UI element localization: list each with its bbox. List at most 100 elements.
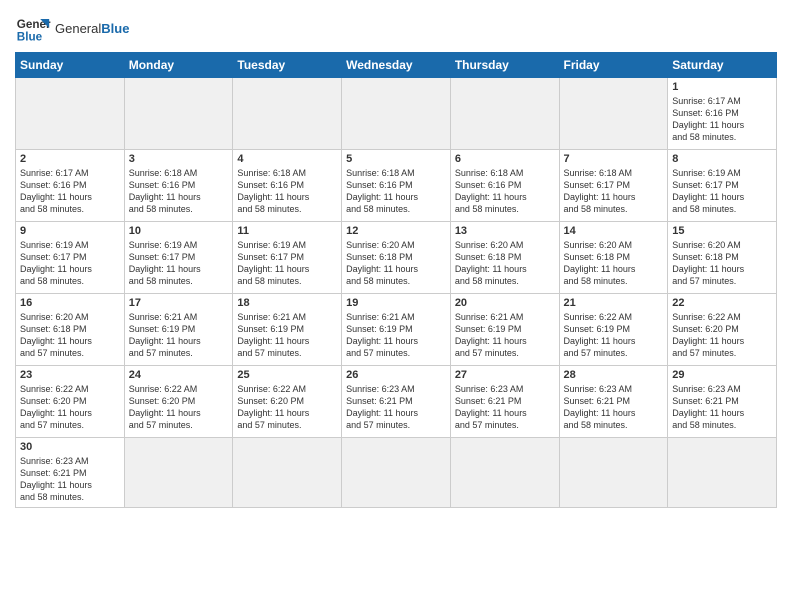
calendar-cell: 29 Sunrise: 6:23 AM Sunset: 6:21 PM Dayli… (668, 366, 777, 438)
calendar-cell (233, 78, 342, 150)
day-info: Sunrise: 6:17 AM Sunset: 6:16 PM Dayligh… (672, 95, 772, 144)
day-info: Sunrise: 6:18 AM Sunset: 6:16 PM Dayligh… (237, 167, 337, 216)
day-info: Sunrise: 6:22 AM Sunset: 6:20 PM Dayligh… (672, 311, 772, 360)
day-number: 9 (20, 225, 120, 237)
calendar-cell: 9 Sunrise: 6:19 AM Sunset: 6:17 PM Daylig… (16, 222, 125, 294)
svg-text:Blue: Blue (17, 31, 43, 44)
calendar-cell: 21 Sunrise: 6:22 AM Sunset: 6:19 PM Dayli… (559, 294, 668, 366)
calendar-table: SundayMondayTuesdayWednesdayThursdayFrid… (15, 52, 777, 508)
logo-text: GeneralBlue (55, 21, 129, 36)
calendar-week-3: 9 Sunrise: 6:19 AM Sunset: 6:17 PM Daylig… (16, 222, 777, 294)
day-info: Sunrise: 6:23 AM Sunset: 6:21 PM Dayligh… (672, 383, 772, 432)
calendar-cell: 10Sunrise: 6:19 AM Sunset: 6:17 PM Dayli… (124, 222, 233, 294)
calendar-header: SundayMondayTuesdayWednesdayThursdayFrid… (16, 53, 777, 78)
calendar-cell: 18Sunrise: 6:21 AM Sunset: 6:19 PM Dayli… (233, 294, 342, 366)
day-info: Sunrise: 6:18 AM Sunset: 6:16 PM Dayligh… (129, 167, 229, 216)
day-info: Sunrise: 6:23 AM Sunset: 6:21 PM Dayligh… (564, 383, 664, 432)
day-info: Sunrise: 6:21 AM Sunset: 6:19 PM Dayligh… (129, 311, 229, 360)
day-number: 12 (346, 225, 446, 237)
day-number: 1 (672, 81, 772, 93)
day-info: Sunrise: 6:18 AM Sunset: 6:17 PM Dayligh… (564, 167, 664, 216)
day-info: Sunrise: 6:19 AM Sunset: 6:17 PM Dayligh… (237, 239, 337, 288)
day-number: 5 (346, 153, 446, 165)
day-info: Sunrise: 6:22 AM Sunset: 6:20 PM Dayligh… (20, 383, 120, 432)
day-number: 4 (237, 153, 337, 165)
day-number: 24 (129, 369, 229, 381)
calendar-cell: 7 Sunrise: 6:18 AM Sunset: 6:17 PM Daylig… (559, 150, 668, 222)
day-number: 23 (20, 369, 120, 381)
calendar-cell: 2Sunrise: 6:17 AM Sunset: 6:16 PM Daylig… (16, 150, 125, 222)
day-number: 7 (564, 153, 664, 165)
calendar-cell (342, 78, 451, 150)
calendar-cell (342, 438, 451, 508)
calendar-cell: 14 Sunrise: 6:20 AM Sunset: 6:18 PM Dayli… (559, 222, 668, 294)
calendar-cell: 3Sunrise: 6:18 AM Sunset: 6:16 PM Daylig… (124, 150, 233, 222)
logo: General Blue GeneralBlue (15, 10, 129, 46)
day-number: 14 (564, 225, 664, 237)
day-info: Sunrise: 6:20 AM Sunset: 6:18 PM Dayligh… (20, 311, 120, 360)
calendar-cell (124, 438, 233, 508)
day-info: Sunrise: 6:19 AM Sunset: 6:17 PM Dayligh… (672, 167, 772, 216)
day-info: Sunrise: 6:18 AM Sunset: 6:16 PM Dayligh… (346, 167, 446, 216)
day-number: 13 (455, 225, 555, 237)
day-number: 11 (237, 225, 337, 237)
logo-icon: General Blue (15, 10, 51, 46)
calendar-cell: 16 Sunrise: 6:20 AM Sunset: 6:18 PM Dayli… (16, 294, 125, 366)
day-info: Sunrise: 6:22 AM Sunset: 6:20 PM Dayligh… (129, 383, 229, 432)
calendar-cell (124, 78, 233, 150)
day-header-monday: Monday (124, 53, 233, 78)
calendar-cell (233, 438, 342, 508)
calendar-cell (559, 78, 668, 150)
calendar-body: 1 Sunrise: 6:17 AM Sunset: 6:16 PM Daylig… (16, 78, 777, 508)
day-info: Sunrise: 6:20 AM Sunset: 6:18 PM Dayligh… (455, 239, 555, 288)
day-number: 26 (346, 369, 446, 381)
day-info: Sunrise: 6:20 AM Sunset: 6:18 PM Dayligh… (564, 239, 664, 288)
day-info: Sunrise: 6:22 AM Sunset: 6:20 PM Dayligh… (237, 383, 337, 432)
day-info: Sunrise: 6:19 AM Sunset: 6:17 PM Dayligh… (20, 239, 120, 288)
day-number: 30 (20, 441, 120, 453)
day-header-wednesday: Wednesday (342, 53, 451, 78)
day-number: 6 (455, 153, 555, 165)
calendar-cell: 28 Sunrise: 6:23 AM Sunset: 6:21 PM Dayli… (559, 366, 668, 438)
calendar-cell: 17 Sunrise: 6:21 AM Sunset: 6:19 PM Dayli… (124, 294, 233, 366)
day-number: 15 (672, 225, 772, 237)
calendar-cell: 19Sunrise: 6:21 AM Sunset: 6:19 PM Dayli… (342, 294, 451, 366)
calendar-cell: 24 Sunrise: 6:22 AM Sunset: 6:20 PM Dayli… (124, 366, 233, 438)
calendar-cell: 12 Sunrise: 6:20 AM Sunset: 6:18 PM Dayli… (342, 222, 451, 294)
day-number: 16 (20, 297, 120, 309)
calendar-cell: 22 Sunrise: 6:22 AM Sunset: 6:20 PM Dayli… (668, 294, 777, 366)
day-info: Sunrise: 6:22 AM Sunset: 6:19 PM Dayligh… (564, 311, 664, 360)
day-info: Sunrise: 6:20 AM Sunset: 6:18 PM Dayligh… (672, 239, 772, 288)
calendar-cell: 13 Sunrise: 6:20 AM Sunset: 6:18 PM Dayli… (450, 222, 559, 294)
day-number: 21 (564, 297, 664, 309)
day-info: Sunrise: 6:20 AM Sunset: 6:18 PM Dayligh… (346, 239, 446, 288)
day-info: Sunrise: 6:19 AM Sunset: 6:17 PM Dayligh… (129, 239, 229, 288)
day-header-thursday: Thursday (450, 53, 559, 78)
calendar-cell: 23 Sunrise: 6:22 AM Sunset: 6:20 PM Dayli… (16, 366, 125, 438)
calendar-week-4: 16 Sunrise: 6:20 AM Sunset: 6:18 PM Dayli… (16, 294, 777, 366)
day-number: 29 (672, 369, 772, 381)
day-number: 22 (672, 297, 772, 309)
day-number: 8 (672, 153, 772, 165)
calendar-cell (450, 438, 559, 508)
day-header-friday: Friday (559, 53, 668, 78)
day-info: Sunrise: 6:23 AM Sunset: 6:21 PM Dayligh… (455, 383, 555, 432)
day-info: Sunrise: 6:18 AM Sunset: 6:16 PM Dayligh… (455, 167, 555, 216)
day-number: 27 (455, 369, 555, 381)
calendar-cell: 6 Sunrise: 6:18 AM Sunset: 6:16 PM Daylig… (450, 150, 559, 222)
calendar-week-5: 23 Sunrise: 6:22 AM Sunset: 6:20 PM Dayli… (16, 366, 777, 438)
calendar-cell (16, 78, 125, 150)
calendar-cell: 4 Sunrise: 6:18 AM Sunset: 6:16 PM Daylig… (233, 150, 342, 222)
calendar-cell: 25Sunrise: 6:22 AM Sunset: 6:20 PM Dayli… (233, 366, 342, 438)
calendar-week-1: 1 Sunrise: 6:17 AM Sunset: 6:16 PM Daylig… (16, 78, 777, 150)
calendar-cell: 8 Sunrise: 6:19 AM Sunset: 6:17 PM Daylig… (668, 150, 777, 222)
day-number: 17 (129, 297, 229, 309)
day-number: 19 (346, 297, 446, 309)
calendar-week-6: 30Sunrise: 6:23 AM Sunset: 6:21 PM Dayli… (16, 438, 777, 508)
day-number: 28 (564, 369, 664, 381)
calendar-cell: 27 Sunrise: 6:23 AM Sunset: 6:21 PM Dayli… (450, 366, 559, 438)
day-header-saturday: Saturday (668, 53, 777, 78)
calendar-cell: 1 Sunrise: 6:17 AM Sunset: 6:16 PM Daylig… (668, 78, 777, 150)
calendar-cell: 15 Sunrise: 6:20 AM Sunset: 6:18 PM Dayli… (668, 222, 777, 294)
calendar-cell: 11 Sunrise: 6:19 AM Sunset: 6:17 PM Dayli… (233, 222, 342, 294)
